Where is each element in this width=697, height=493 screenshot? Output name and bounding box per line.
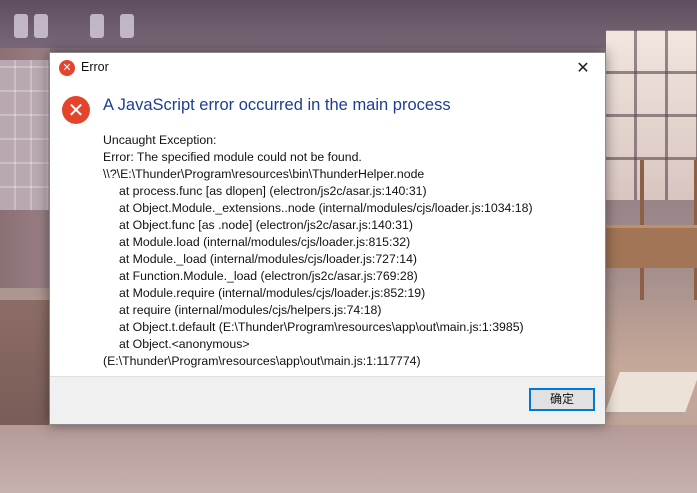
title-bar[interactable]: ✕ Error ✕	[50, 53, 605, 83]
background-jar	[120, 14, 134, 38]
stack-trace-line: at Object.<anonymous>	[119, 337, 250, 351]
message-line: Uncaught Exception:	[103, 133, 217, 147]
background-shelf	[0, 0, 697, 48]
stack-trace-line: at Module.require (internal/modules/cjs/…	[119, 286, 426, 300]
error-icon: ✕	[62, 96, 90, 124]
stack-trace-line: at Object.func [as .node] (electron/js2c…	[119, 218, 413, 232]
background-jar	[90, 14, 104, 38]
dialog-heading: A JavaScript error occurred in the main …	[103, 96, 451, 114]
background-jar	[34, 14, 48, 38]
background-floor	[0, 425, 697, 493]
stack-trace-line: at require (internal/modules/cjs/helpers…	[119, 303, 382, 317]
background-table	[606, 225, 697, 268]
stack-trace-line: at Module._load (internal/modules/cjs/lo…	[119, 252, 418, 266]
stack-trace-line: at Object.t.default (E:\Thunder\Program\…	[119, 320, 524, 334]
background-book	[604, 372, 697, 415]
stack-trace-line: at process.func [as dlopen] (electron/js…	[119, 184, 427, 198]
dialog-content: ✕ A JavaScript error occurred in the mai…	[50, 83, 605, 379]
window-title: Error	[81, 60, 109, 74]
message-line: Error: The specified module could not be…	[103, 150, 362, 164]
stack-trace-line: at Module.load (internal/modules/cjs/loa…	[119, 235, 411, 249]
stack-trace-line: at Function.Module._load (electron/js2c/…	[119, 269, 418, 283]
ok-button[interactable]: 确定	[529, 388, 595, 411]
background-window-left	[0, 60, 50, 210]
message-line: \\?\E:\Thunder\Program\resources\bin\Thu…	[103, 167, 425, 181]
stack-trace-line: (E:\Thunder\Program\resources\app\out\ma…	[103, 354, 421, 368]
error-icon: ✕	[59, 60, 75, 76]
close-button[interactable]: ✕	[561, 53, 605, 83]
dialog-footer: 确定	[50, 376, 605, 424]
stack-trace-line: at Object.Module._extensions..node (inte…	[119, 201, 533, 215]
error-message: Uncaught Exception: Error: The specified…	[103, 132, 598, 370]
error-dialog: ✕ Error ✕ ✕ A JavaScript error occurred …	[49, 52, 606, 425]
background-jar	[14, 14, 28, 38]
